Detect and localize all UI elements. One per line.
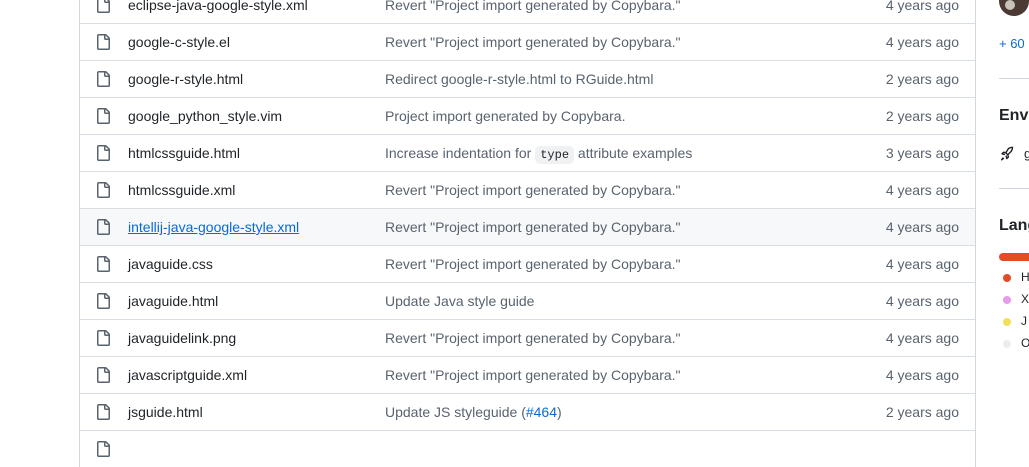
file-row[interactable]: jsguide.html Update JS styleguide (#464)… — [80, 393, 975, 430]
language-color-dot — [1003, 296, 1011, 304]
commit-age: 4 years ago — [885, 256, 959, 272]
file-icon — [97, 145, 110, 161]
file-icon — [97, 108, 110, 124]
commit-age: 3 years ago — [885, 145, 959, 161]
file-list: eclipse-java-google-style.xml Revert "Pr… — [79, 0, 976, 467]
commit-age: 4 years ago — [885, 219, 959, 235]
repo-sidebar: + 60 Envi g Lang H X J O — [999, 0, 1029, 444]
file-row[interactable]: eclipse-java-google-style.xml Revert "Pr… — [80, 0, 975, 23]
languages-heading: Lang — [999, 217, 1029, 234]
file-icon — [97, 256, 110, 272]
file-name-link[interactable]: htmlcssguide.html — [128, 145, 240, 161]
language-name: H — [1021, 270, 1029, 284]
commit-message-link[interactable]: Revert "Project import generated by Copy… — [385, 330, 681, 346]
file-row[interactable]: google-r-style.html Redirect google-r-st… — [80, 60, 975, 97]
environments-heading[interactable]: Envi — [999, 107, 1029, 125]
commit-message-link[interactable]: Revert "Project import generated by Copy… — [385, 0, 681, 13]
commit-message-link[interactable]: Revert "Project import generated by Copy… — [385, 219, 681, 235]
file-icon — [97, 219, 110, 235]
commit-age: 2 years ago — [885, 71, 959, 87]
language-name: J — [1021, 314, 1027, 328]
commit-message-text: ) — [557, 404, 562, 420]
language-color-dot — [1003, 318, 1011, 326]
file-name-link[interactable]: google-c-style.el — [128, 34, 230, 50]
file-row[interactable]: google-c-style.el Revert "Project import… — [80, 23, 975, 60]
commit-message-link[interactable]: Revert "Project import generated by Copy… — [385, 367, 681, 383]
commit-message-link[interactable]: Increase indentation for type attribute … — [385, 145, 693, 164]
file-name-link[interactable]: jsguide.html — [128, 404, 203, 420]
file-icon — [97, 404, 110, 420]
commit-message-link[interactable]: Update JS styleguide (#464) — [385, 404, 562, 420]
file-name-link[interactable]: google_python_style.vim — [128, 108, 282, 124]
more-contributors-link[interactable]: + 60 — [999, 36, 1025, 51]
file-icon — [97, 34, 110, 50]
file-icon — [97, 293, 110, 309]
commit-message-text: Update JS styleguide ( — [385, 404, 526, 420]
file-name-link[interactable]: javaguide.html — [128, 293, 218, 309]
file-name-link[interactable]: htmlcssguide.xml — [128, 182, 235, 198]
file-icon — [97, 330, 110, 346]
pull-request-link[interactable]: #464 — [526, 404, 557, 420]
commit-message-text: Increase indentation for — [385, 145, 536, 161]
commit-age: 2 years ago — [885, 404, 959, 420]
contributor-avatar[interactable] — [999, 0, 1029, 16]
file-icon — [97, 441, 110, 457]
file-icon — [97, 71, 110, 87]
commit-age: 4 years ago — [885, 330, 959, 346]
rocket-icon — [1000, 146, 1014, 161]
sidebar-divider — [999, 188, 1029, 189]
file-row[interactable]: google_python_style.vim Project import g… — [80, 97, 975, 134]
file-name-link[interactable]: javaguidelink.png — [128, 330, 236, 346]
commit-message-link[interactable]: Redirect google-r-style.html to RGuide.h… — [385, 71, 653, 87]
file-name-link[interactable]: intellij-java-google-style.xml — [128, 219, 299, 235]
file-row[interactable]: javaguidelink.png Revert "Project import… — [80, 319, 975, 356]
commit-message-link[interactable]: Project import generated by Copybara. — [385, 108, 625, 124]
commit-age: 2 years ago — [885, 108, 959, 124]
file-row[interactable]: htmlcssguide.html Increase indentation f… — [80, 134, 975, 171]
file-name-link[interactable]: google-r-style.html — [128, 71, 243, 87]
file-row[interactable]: intellij-java-google-style.xml Revert "P… — [80, 208, 975, 245]
file-row[interactable]: htmlcssguide.xml Revert "Project import … — [80, 171, 975, 208]
commit-message-link[interactable]: Revert "Project import generated by Copy… — [385, 34, 681, 50]
commit-age: 4 years ago — [885, 182, 959, 198]
sidebar-divider — [999, 78, 1029, 79]
file-row[interactable]: javaguide.html Update Java style guide 4… — [80, 282, 975, 319]
language-bar — [999, 253, 1029, 261]
file-icon — [97, 182, 110, 198]
file-row[interactable] — [80, 430, 975, 467]
commit-message-link[interactable]: Update Java style guide — [385, 293, 534, 309]
commit-message-link[interactable]: Revert "Project import generated by Copy… — [385, 256, 681, 272]
language-color-dot — [1003, 340, 1011, 348]
file-row[interactable]: javaguide.css Revert "Project import gen… — [80, 245, 975, 282]
language-name: X — [1021, 292, 1029, 306]
file-row[interactable]: javascriptguide.xml Revert "Project impo… — [80, 356, 975, 393]
language-color-dot — [1003, 274, 1011, 282]
file-icon — [97, 0, 110, 13]
file-icon — [97, 367, 110, 383]
commit-age: 4 years ago — [885, 0, 959, 13]
commit-age: 4 years ago — [885, 367, 959, 383]
file-name-link[interactable]: javascriptguide.xml — [128, 367, 247, 383]
inline-code: type — [535, 146, 575, 164]
file-name-link[interactable]: eclipse-java-google-style.xml — [128, 0, 308, 13]
commit-message-text: attribute examples — [574, 145, 693, 161]
environment-link[interactable]: g — [1024, 146, 1029, 161]
commit-age: 4 years ago — [885, 293, 959, 309]
commit-message-link[interactable]: Revert "Project import generated by Copy… — [385, 182, 681, 198]
commit-age: 4 years ago — [885, 34, 959, 50]
file-name-link[interactable]: javaguide.css — [128, 256, 213, 272]
language-name: O — [1021, 336, 1029, 350]
